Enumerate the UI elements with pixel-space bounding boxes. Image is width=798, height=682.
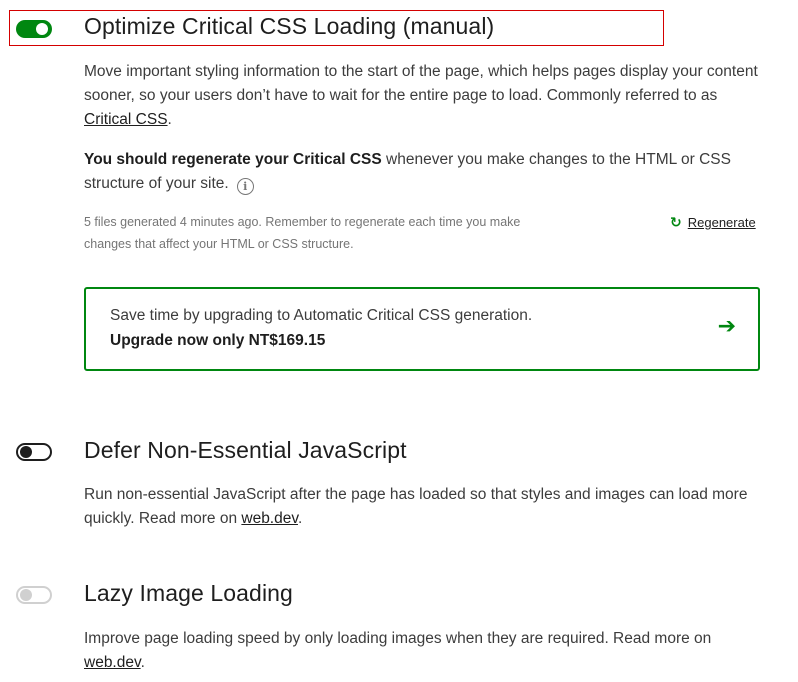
refresh-icon: ↻ [670, 214, 682, 230]
description-text: Run non-essential JavaScript after the p… [84, 486, 748, 527]
toggle-knob [20, 446, 32, 458]
defer-js-description: Run non-essential JavaScript after the p… [84, 483, 764, 531]
lazy-images-title: Lazy Image Loading [84, 580, 293, 606]
critical-css-link[interactable]: Critical CSS [84, 111, 168, 128]
description-end: . [140, 654, 145, 671]
defer-js-toggle[interactable] [16, 443, 52, 461]
arrow-right-icon: ➔ [717, 313, 736, 338]
info-icon[interactable]: i [236, 178, 254, 195]
web-dev-link[interactable]: web.dev [241, 510, 298, 527]
regenerate-note: You should regenerate your Critical CSS … [84, 148, 764, 196]
description-text: Improve page loading speed by only loadi… [84, 630, 712, 647]
regenerate-note-bold: You should regenerate your Critical CSS [84, 151, 382, 168]
upgrade-banner[interactable]: Save time by upgrading to Automatic Crit… [84, 287, 760, 371]
critical-css-description: Move important styling information to th… [84, 60, 764, 132]
lazy-images-toggle[interactable] [16, 586, 52, 604]
generation-status: 5 files generated 4 minutes ago. Remembe… [84, 215, 521, 251]
toggle-knob [20, 589, 32, 601]
upgrade-message: Save time by upgrading to Automatic Crit… [110, 307, 533, 324]
regenerate-button[interactable]: ↻ Regenerate [670, 211, 756, 234]
defer-js-title: Defer Non-Essential JavaScript [84, 437, 407, 463]
upgrade-price: Upgrade now only NT$169.15 [110, 332, 326, 349]
description-end: . [297, 510, 303, 527]
critical-css-title: Optimize Critical CSS Loading (manual) [84, 13, 495, 39]
description-end: . [167, 111, 172, 128]
lazy-images-description: Improve page loading speed by only loadi… [84, 627, 764, 675]
regenerate-label: Regenerate [687, 215, 756, 230]
description-text: Move important styling information to th… [84, 63, 758, 104]
web-dev-link[interactable]: web.dev [84, 654, 141, 671]
